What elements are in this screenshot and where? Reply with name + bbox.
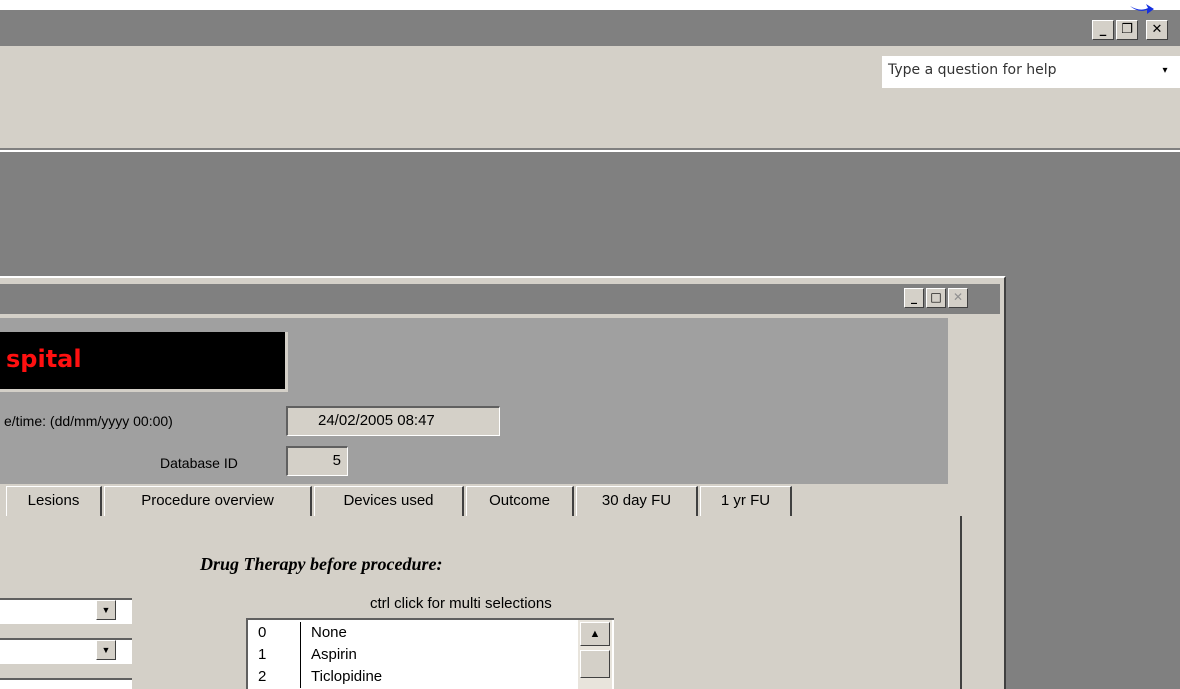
datetime-label: e/time: (dd/mm/yyyy 00:00): [4, 413, 173, 429]
drug-name: None: [300, 622, 347, 644]
form-close-button[interactable]: ✕: [948, 288, 968, 308]
drug-code: 2: [258, 668, 267, 685]
scroll-thumb[interactable]: [580, 650, 610, 678]
chevron-down-icon[interactable]: ▼: [96, 600, 116, 620]
tab-lesions[interactable]: Lesions: [6, 486, 102, 516]
combo-box[interactable]: [0, 678, 132, 689]
chevron-down-icon[interactable]: ▼: [96, 640, 116, 660]
cursor-arrow-icon: [1130, 4, 1154, 14]
list-item[interactable]: 1 Aspirin: [248, 644, 578, 666]
drug-code: 0: [258, 624, 267, 641]
help-question-input[interactable]: Type a question for help: [882, 56, 1150, 88]
scroll-up-icon[interactable]: ▲: [580, 622, 610, 646]
app-restore-button[interactable]: ❐: [1116, 20, 1138, 40]
hospital-banner: spital: [0, 332, 288, 392]
help-dropdown-icon[interactable]: ▾: [1150, 56, 1180, 88]
app-minimize-button[interactable]: _: [1092, 20, 1114, 40]
tab-devices-used[interactable]: Devices used: [314, 486, 464, 516]
form-titlebar: [0, 284, 1000, 314]
list-item[interactable]: 2 Ticlopidine: [248, 666, 578, 688]
form-maximize-button[interactable]: □: [926, 288, 946, 308]
drug-therapy-listbox[interactable]: 0 None 1 Aspirin 2 Ticlopidine: [246, 618, 614, 689]
app-close-button[interactable]: ✕: [1146, 20, 1168, 40]
list-item[interactable]: 0 None: [248, 622, 578, 644]
drug-name: Aspirin: [300, 644, 357, 666]
tab-30-day-fu[interactable]: 30 day FU: [576, 486, 698, 516]
form-minimize-button[interactable]: _: [904, 288, 924, 308]
multi-select-hint: ctrl click for multi selections: [370, 595, 552, 612]
database-id-field[interactable]: 5: [286, 446, 348, 476]
tab-outcome[interactable]: Outcome: [466, 486, 574, 516]
drug-code: 1: [258, 646, 267, 663]
datetime-field[interactable]: 24/02/2005 08:47: [286, 406, 500, 436]
drug-name: Ticlopidine: [300, 666, 382, 688]
tab-procedure-overview[interactable]: Procedure overview: [104, 486, 312, 516]
tab-1-yr-fu[interactable]: 1 yr FU: [700, 486, 792, 516]
database-id-label: Database ID: [160, 455, 238, 471]
drug-therapy-heading: Drug Therapy before procedure:: [200, 554, 443, 574]
app-titlebar: [0, 10, 1180, 46]
